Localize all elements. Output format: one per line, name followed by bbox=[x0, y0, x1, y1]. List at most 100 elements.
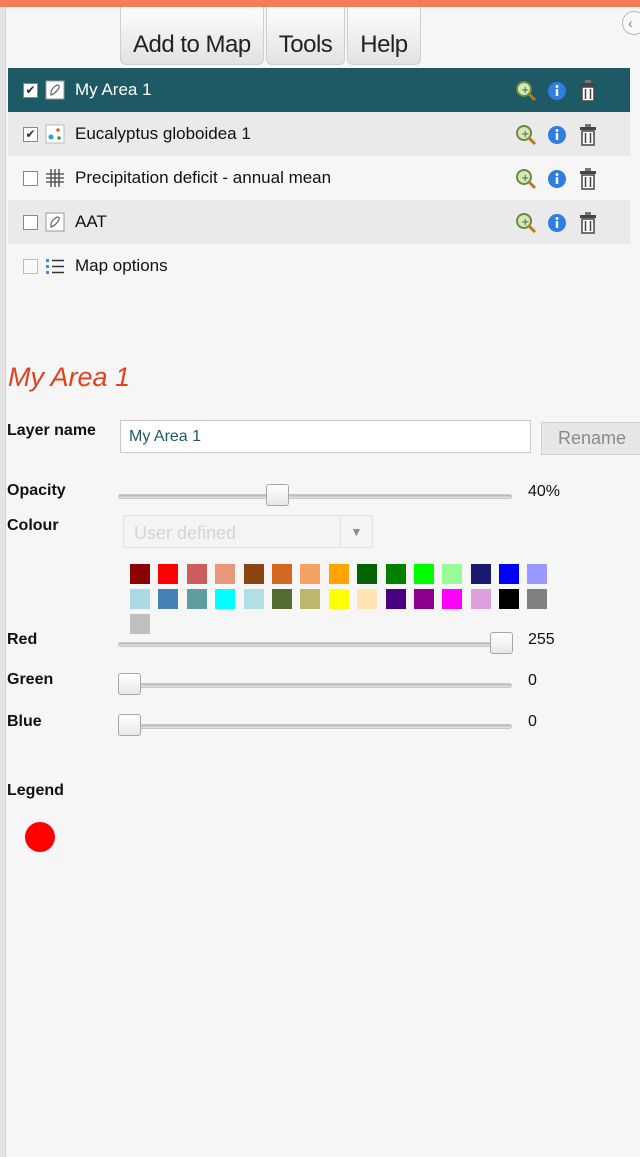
opacity-slider-thumb[interactable] bbox=[266, 484, 289, 506]
layer-list: ✔ My Area 1 + ✔ Eucalyptus globoidea 1 + bbox=[8, 68, 630, 288]
colour-swatch[interactable] bbox=[158, 589, 179, 609]
svg-text:+: + bbox=[521, 85, 529, 96]
zoom-to-layer-icon[interactable]: + bbox=[515, 124, 537, 146]
blue-label: Blue bbox=[7, 713, 42, 730]
zoom-to-layer-icon[interactable]: + bbox=[515, 212, 537, 234]
opacity-label: Opacity bbox=[7, 482, 66, 499]
colour-swatch[interactable] bbox=[243, 564, 264, 584]
colour-swatch[interactable] bbox=[271, 564, 292, 584]
legend-symbol bbox=[25, 822, 55, 852]
layer-row-my-area-1[interactable]: ✔ My Area 1 + bbox=[8, 68, 630, 112]
green-label: Green bbox=[7, 671, 54, 688]
colour-swatch[interactable] bbox=[300, 589, 321, 609]
area-polygon-icon bbox=[45, 212, 65, 232]
svg-text:+: + bbox=[521, 217, 529, 228]
colour-swatch[interactable] bbox=[130, 589, 150, 609]
points-icon bbox=[45, 124, 65, 144]
rename-button[interactable]: Rename bbox=[541, 422, 640, 455]
info-icon[interactable] bbox=[546, 168, 568, 190]
colour-select[interactable]: User defined ▼ bbox=[123, 515, 373, 548]
colour-swatch[interactable] bbox=[385, 589, 406, 609]
green-slider[interactable] bbox=[118, 673, 512, 699]
colour-swatch[interactable] bbox=[130, 614, 150, 634]
info-icon[interactable] bbox=[546, 212, 568, 234]
colour-swatch[interactable] bbox=[527, 564, 548, 584]
layer-checkbox[interactable]: ✔ bbox=[23, 126, 38, 142]
colour-swatch[interactable] bbox=[186, 589, 207, 609]
opacity-slider[interactable] bbox=[118, 484, 512, 510]
colour-swatch[interactable] bbox=[385, 564, 406, 584]
layer-name-input[interactable] bbox=[120, 420, 531, 453]
map-options-checkbox[interactable] bbox=[23, 258, 38, 274]
colour-swatch[interactable] bbox=[271, 589, 292, 609]
colour-swatch[interactable] bbox=[413, 564, 434, 584]
red-slider-thumb[interactable] bbox=[490, 632, 513, 654]
colour-swatch[interactable] bbox=[130, 564, 150, 584]
layer-checkbox[interactable] bbox=[23, 170, 38, 186]
trash-icon[interactable] bbox=[577, 168, 599, 190]
top-accent-bar bbox=[0, 0, 640, 7]
layer-label: Eucalyptus globoidea 1 bbox=[75, 124, 251, 143]
colour-swatch[interactable] bbox=[243, 589, 264, 609]
info-icon[interactable] bbox=[546, 124, 568, 146]
layer-checkbox[interactable] bbox=[23, 214, 38, 230]
zoom-to-layer-icon[interactable]: + bbox=[515, 80, 537, 102]
colour-swatch[interactable] bbox=[328, 564, 349, 584]
colour-swatch[interactable] bbox=[413, 589, 434, 609]
svg-text:+: + bbox=[521, 173, 529, 184]
layer-label: My Area 1 bbox=[75, 80, 152, 99]
trash-icon[interactable] bbox=[577, 212, 599, 234]
opacity-value: 40% bbox=[528, 483, 561, 500]
colour-swatch[interactable] bbox=[186, 564, 207, 584]
colour-swatch[interactable] bbox=[357, 564, 378, 584]
red-slider[interactable] bbox=[118, 632, 513, 658]
tools-button[interactable]: Tools bbox=[265, 7, 346, 65]
layer-row-eucalyptus[interactable]: ✔ Eucalyptus globoidea 1 + bbox=[8, 112, 630, 156]
layer-row-aat[interactable]: AAT + bbox=[8, 200, 630, 244]
colour-label: Colour bbox=[7, 517, 59, 534]
red-label: Red bbox=[7, 631, 38, 648]
layer-name-label: Layer name bbox=[7, 422, 96, 439]
colour-swatch[interactable] bbox=[215, 589, 236, 609]
green-value: 0 bbox=[528, 672, 537, 689]
colour-swatch[interactable] bbox=[527, 589, 548, 609]
blue-value: 0 bbox=[528, 713, 537, 730]
colour-swatch[interactable] bbox=[442, 564, 463, 584]
colour-swatch[interactable] bbox=[357, 589, 378, 609]
add-to-map-button[interactable]: Add to Map bbox=[120, 7, 264, 65]
map-options-row[interactable]: Map options bbox=[8, 244, 630, 288]
legend-label: Legend bbox=[7, 782, 64, 799]
area-polygon-icon bbox=[45, 80, 65, 100]
help-button[interactable]: Help bbox=[347, 7, 421, 65]
blue-slider[interactable] bbox=[118, 714, 512, 740]
colour-swatch[interactable] bbox=[215, 564, 236, 584]
blue-slider-thumb[interactable] bbox=[118, 714, 141, 736]
colour-swatch[interactable] bbox=[499, 564, 520, 584]
info-icon[interactable] bbox=[546, 80, 568, 102]
colour-swatch[interactable] bbox=[499, 589, 520, 609]
colour-swatch[interactable] bbox=[158, 564, 179, 584]
colour-swatch[interactable] bbox=[470, 589, 491, 609]
menu-bar: Add to Map Tools Help bbox=[120, 7, 423, 65]
colour-select-value: User defined bbox=[134, 523, 237, 543]
svg-text:+: + bbox=[521, 129, 529, 140]
grid-icon bbox=[45, 168, 65, 188]
layer-row-precipitation[interactable]: Precipitation deficit - annual mean + bbox=[8, 156, 630, 200]
colour-swatch[interactable] bbox=[470, 564, 491, 584]
layer-label: Precipitation deficit - annual mean bbox=[75, 168, 332, 187]
colour-swatch[interactable] bbox=[300, 564, 321, 584]
layer-details-title: My Area 1 bbox=[8, 362, 131, 392]
zoom-to-layer-icon[interactable]: + bbox=[515, 168, 537, 190]
list-icon bbox=[45, 256, 65, 276]
map-options-label: Map options bbox=[75, 256, 168, 275]
colour-swatch[interactable] bbox=[442, 589, 463, 609]
layer-checkbox[interactable]: ✔ bbox=[23, 82, 38, 98]
left-panel-edge bbox=[0, 7, 6, 1157]
chevron-left-icon[interactable]: ‹ bbox=[622, 11, 640, 35]
green-slider-thumb[interactable] bbox=[118, 673, 141, 695]
trash-icon[interactable] bbox=[577, 80, 599, 102]
red-value: 255 bbox=[528, 631, 555, 648]
colour-swatch[interactable] bbox=[328, 589, 349, 609]
trash-icon[interactable] bbox=[577, 124, 599, 146]
chevron-down-icon[interactable]: ▼ bbox=[340, 516, 372, 547]
